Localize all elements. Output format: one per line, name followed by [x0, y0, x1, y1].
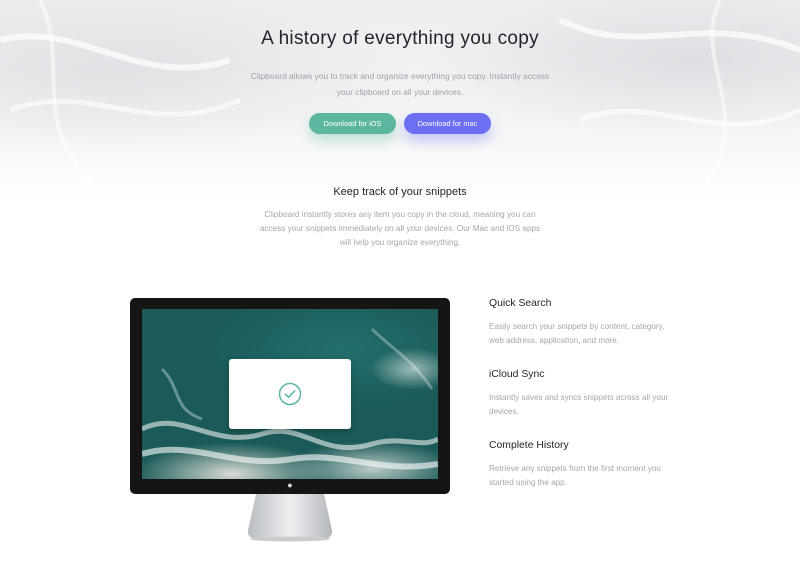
snippets-description: Clipboard instantly stores any item you … — [259, 210, 541, 247]
feature-title-complete-history: Complete History — [489, 440, 569, 451]
download-mac-button[interactable]: Download for mac — [404, 113, 491, 134]
download-ios-button[interactable]: Download for iOS — [309, 113, 396, 134]
feature-title-quick-search: Quick Search — [489, 298, 552, 309]
snippets-title: Keep track of your snippets — [333, 186, 467, 198]
check-circle-icon — [278, 382, 302, 411]
monitor-stand — [240, 494, 340, 542]
monitor-frame: ● — [130, 298, 450, 494]
monitor-illustration: ● — [130, 298, 450, 544]
hero-title: A history of everything you copy — [261, 28, 539, 49]
apple-logo-icon: ● — [287, 480, 293, 490]
monitor-screen — [142, 309, 438, 479]
copied-modal — [229, 359, 351, 429]
hero-subtitle: Clipboard allows you to track and organi… — [250, 71, 550, 97]
feature-text-icloud-sync: Instantly saves and syncs snippets acros… — [489, 393, 669, 416]
feature-title-icloud-sync: iCloud Sync — [489, 369, 545, 380]
feature-text-complete-history: Retrieve any snippets from the first mom… — [489, 464, 661, 487]
feature-text-quick-search: Easily search your snippets by content, … — [489, 322, 665, 345]
